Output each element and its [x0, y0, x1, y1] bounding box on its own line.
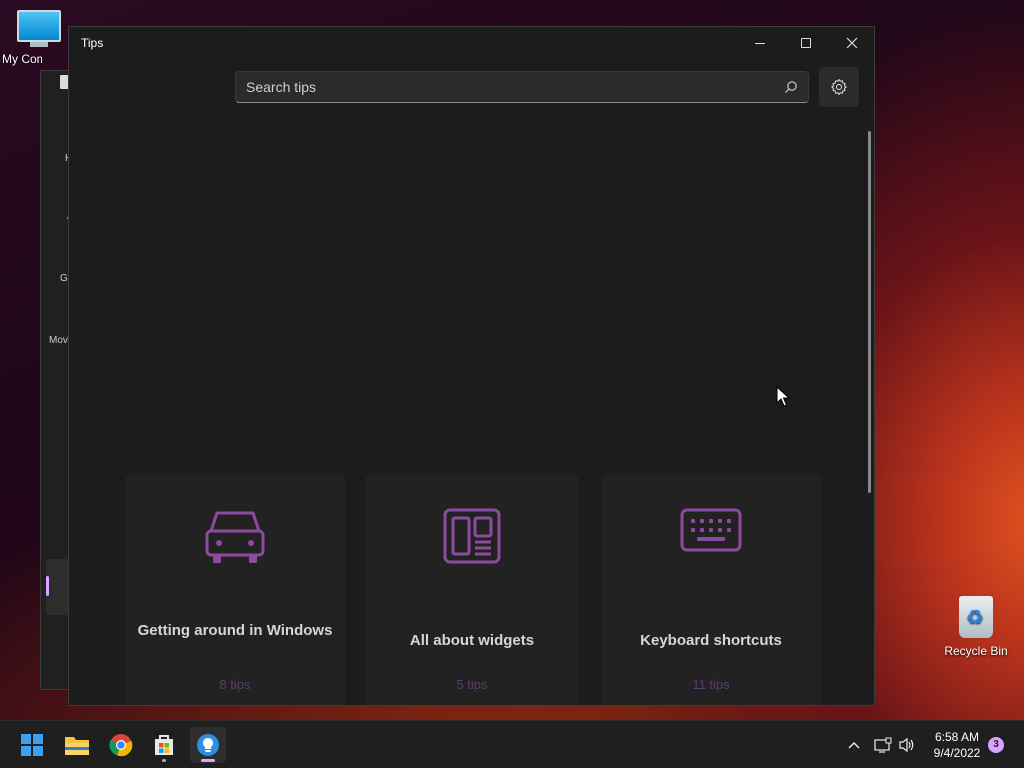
- close-icon: [846, 37, 858, 49]
- window-title: Tips: [81, 36, 104, 50]
- tip-card-count: 11 tips: [692, 677, 730, 692]
- volume-button[interactable]: [896, 721, 918, 768]
- close-button[interactable]: [829, 27, 874, 59]
- minimize-icon: [755, 42, 765, 44]
- tip-card-keyboard-shortcuts[interactable]: Keyboard shortcuts 11 tips: [601, 473, 821, 705]
- monitor-stand: [30, 42, 48, 47]
- tips-icon: [197, 734, 219, 756]
- computer-icon: [17, 10, 61, 42]
- file-explorer-icon: [65, 737, 89, 755]
- tip-card-count: 8 tips: [219, 677, 251, 692]
- desktop-icon-label: My Computer: [2, 52, 42, 66]
- running-indicator: [162, 759, 166, 762]
- maximize-icon: [801, 38, 811, 48]
- desktop-icon-my-computer[interactable]: My Computer: [0, 10, 78, 66]
- taskbar-tips[interactable]: [190, 727, 226, 763]
- desktop-icon-recycle-bin[interactable]: Recycle Bin: [940, 596, 1012, 658]
- active-indicator: [201, 759, 215, 762]
- search-icon[interactable]: [784, 80, 798, 94]
- keyboard-icon: [680, 508, 742, 552]
- show-hidden-icons-button[interactable]: [843, 721, 865, 768]
- taskbar-chrome[interactable]: [103, 727, 139, 763]
- search-box[interactable]: [235, 71, 809, 103]
- widgets-icon: [443, 508, 501, 564]
- tip-card-title: All about widgets: [409, 632, 535, 649]
- tip-card-count: 5 tips: [456, 677, 488, 692]
- tips-window: Tips Search tips Getting around in Windo…: [68, 26, 875, 706]
- title-bar[interactable]: Tips: [69, 27, 874, 59]
- clock-time: 6:58 AM: [934, 730, 980, 744]
- chrome-icon: [109, 734, 133, 757]
- start-button[interactable]: [14, 727, 50, 763]
- desktop-icon-label: Recycle Bin: [944, 644, 1008, 658]
- store-icon: [155, 735, 173, 755]
- search-input[interactable]: [246, 72, 766, 102]
- scrollbar[interactable]: [868, 131, 871, 493]
- taskbar: 6:58 AM 9/4/2022 3: [0, 720, 1024, 768]
- minimize-button[interactable]: [737, 27, 783, 59]
- taskbar-file-explorer[interactable]: [59, 727, 95, 763]
- tip-card-getting-around[interactable]: Getting around in Windows 8 tips: [125, 473, 345, 705]
- background-window-item: Mov: [49, 335, 68, 346]
- tip-card-title: Keyboard shortcuts: [640, 632, 782, 649]
- start-icon: [21, 734, 43, 756]
- network-icon: [874, 737, 892, 753]
- gear-icon: [831, 78, 847, 96]
- car-icon: [205, 511, 265, 563]
- maximize-button[interactable]: [783, 27, 829, 59]
- recycle-bin-icon: [959, 596, 993, 638]
- speaker-icon: [899, 737, 914, 753]
- settings-button[interactable]: [819, 67, 859, 107]
- mouse-cursor-icon: [776, 386, 790, 407]
- chevron-up-icon: [848, 742, 860, 749]
- notification-badge[interactable]: 3: [988, 737, 1004, 753]
- network-button[interactable]: [872, 721, 894, 768]
- clock[interactable]: 6:58 AM 9/4/2022: [926, 729, 988, 761]
- tip-card-title: Getting around in Windows: [137, 622, 333, 639]
- clock-date: 9/4/2022: [933, 746, 981, 760]
- taskbar-store[interactable]: [146, 727, 182, 763]
- selection-indicator: [46, 576, 49, 596]
- tip-card-widgets[interactable]: All about widgets 5 tips: [365, 473, 579, 705]
